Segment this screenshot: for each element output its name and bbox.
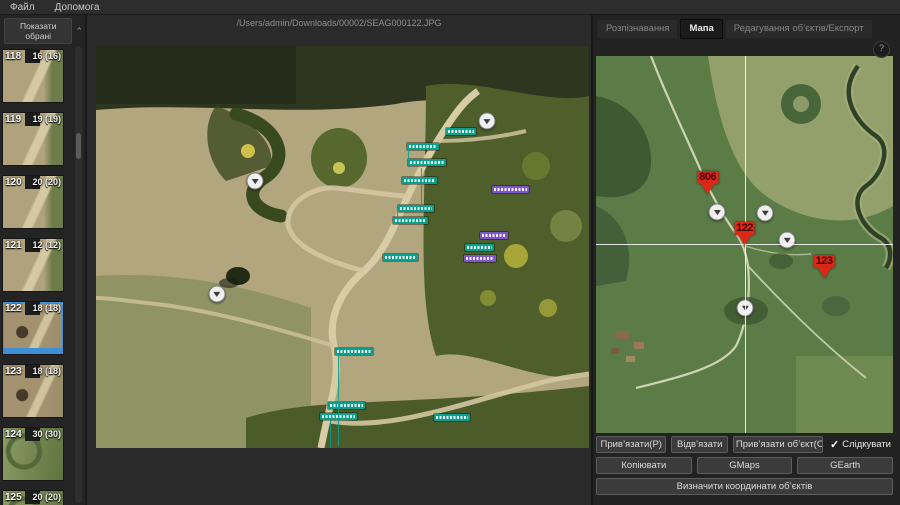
sidebar-scrollbar-thumb[interactable] — [76, 133, 81, 159]
annotation-pointer-line — [338, 355, 339, 446]
help-button[interactable]: ? — [873, 41, 890, 58]
map-pin-tip-icon — [701, 183, 715, 194]
sidebar-scrollbar[interactable] — [75, 47, 82, 503]
thumbnail-count: 12 (12) — [32, 240, 61, 250]
image-viewer-panel: /Users/admin/Downloads/00002/SEAG000122.… — [85, 15, 593, 505]
object-annotation-label[interactable] — [480, 232, 508, 239]
app-window: Файл Допомога Показати обрані ⌃ 118 16 (1… — [0, 0, 900, 505]
map-pin-tip-icon — [737, 234, 751, 245]
camera-position-marker[interactable] — [779, 231, 796, 248]
map-controls: Прив’язати(P) Відв’язати Прив’язати об’є… — [596, 436, 893, 499]
thumbnail-count: 19 (19) — [32, 114, 61, 124]
object-annotation-label[interactable] — [464, 255, 496, 262]
object-annotation-label[interactable] — [434, 414, 470, 421]
checkmark-icon: ✓ — [830, 438, 839, 451]
object-annotation-label[interactable] — [328, 402, 365, 409]
unbind-button[interactable]: Відв’язати — [671, 436, 727, 453]
tab-edit-export[interactable]: Редагування об’єктів/Експорт — [725, 19, 873, 39]
thumbnail-item-124[interactable]: 124 30 (30) — [2, 427, 64, 481]
thumbnail-count: 20 (20) — [32, 492, 61, 502]
object-annotation-label[interactable] — [492, 186, 529, 193]
object-annotation-label[interactable] — [465, 244, 494, 251]
thumbnail-number: 122 — [5, 303, 22, 314]
camera-position-marker[interactable] — [757, 204, 774, 221]
follow-label: Слідкувати — [842, 439, 891, 450]
gearth-button[interactable]: GEarth — [797, 457, 893, 474]
object-annotation-label[interactable] — [407, 143, 439, 150]
camera-position-marker[interactable] — [208, 286, 225, 303]
object-annotation-label[interactable] — [383, 254, 418, 261]
aerial-photo[interactable] — [96, 46, 589, 448]
thumbnail-count: 18 (18) — [32, 303, 61, 313]
object-annotation-label[interactable] — [398, 205, 434, 212]
thumbnail-number: 123 — [5, 366, 22, 377]
object-annotation-label[interactable] — [335, 348, 373, 355]
thumbnail-count: 18 (18) — [32, 366, 61, 376]
thumbnail-sidebar: Показати обрані ⌃ 118 16 (16) 119 19 (19) 12… — [0, 15, 85, 505]
map-pin-122[interactable]: 122 — [734, 222, 755, 245]
object-annotation-label[interactable] — [446, 128, 476, 135]
thumbnail-count: 20 (20) — [32, 177, 61, 187]
bind-object-button[interactable]: Прив’язати об’єкт(O) — [733, 436, 823, 453]
menu-bar: Файл Допомога — [0, 0, 900, 15]
thumbnail-item-120[interactable]: 120 20 (20) — [2, 175, 64, 229]
camera-position-marker[interactable] — [709, 204, 726, 221]
tab-recognition[interactable]: Розпізнавання — [597, 19, 678, 39]
map-pin-tip-icon — [817, 267, 831, 278]
annotation-pointer-line — [397, 210, 398, 222]
thumbnail-item-119[interactable]: 119 19 (19) — [2, 112, 64, 166]
follow-checkbox[interactable]: ✓ Слідкувати — [828, 438, 893, 451]
map-pin-806[interactable]: 806 — [697, 171, 718, 194]
menu-help[interactable]: Допомога — [55, 2, 100, 13]
camera-position-marker[interactable] — [247, 173, 264, 190]
thumbnail-item-118[interactable]: 118 16 (16) — [2, 49, 64, 103]
copy-button[interactable]: Копіювати — [596, 457, 692, 474]
menu-file[interactable]: Файл — [10, 2, 35, 13]
thumbnail-number: 118 — [5, 51, 21, 62]
annotation-pointer-line — [421, 168, 422, 206]
thumbnail-number: 125 — [5, 492, 22, 503]
gmaps-button[interactable]: GMaps — [697, 457, 793, 474]
thumbnail-number: 119 — [5, 114, 21, 125]
satellite-map[interactable]: 806 122 123 — [596, 56, 893, 433]
annotation-pointer-line — [330, 418, 331, 448]
scroll-up-icon[interactable]: ⌃ — [75, 28, 83, 34]
thumbnail-number: 124 — [5, 429, 22, 440]
object-annotation-label[interactable] — [393, 217, 428, 224]
thumbnail-item-121[interactable]: 121 12 (12) — [2, 238, 64, 292]
thumbnail-count: 30 (30) — [32, 429, 61, 439]
object-annotation-label[interactable] — [402, 177, 437, 184]
map-panel: Розпізнавання Мапа Редагування об’єктів/… — [593, 15, 900, 505]
thumbnail-count: 16 (16) — [32, 51, 61, 61]
object-annotation-label[interactable] — [408, 159, 446, 166]
map-panel-tabs: Розпізнавання Мапа Редагування об’єктів/… — [597, 19, 898, 39]
image-path-label: /Users/admin/Downloads/00002/SEAG000122.… — [87, 15, 591, 28]
thumbnail-number: 120 — [5, 177, 22, 188]
thumbnail-item-123[interactable]: 123 18 (18) — [2, 364, 64, 418]
thumbnail-item-125[interactable]: 125 20 (20) — [2, 490, 64, 505]
tab-map[interactable]: Мапа — [680, 19, 722, 39]
bind-button[interactable]: Прив’язати(P) — [596, 436, 666, 453]
thumbnail-number: 121 — [5, 240, 22, 251]
thumbnail-item-122[interactable]: 122 18 (18) — [2, 301, 64, 355]
thumbnail-list: 118 16 (16) 119 19 (19) 120 20 (20) 121 12 (12)… — [0, 46, 85, 505]
map-pin-123[interactable]: 123 — [814, 255, 835, 278]
camera-position-marker[interactable] — [478, 113, 495, 130]
determine-coordinates-button[interactable]: Визначити координати об’єктів — [596, 478, 893, 495]
photo-overlay — [96, 46, 589, 448]
annotation-pointer-line — [408, 150, 409, 158]
show-selected-button[interactable]: Показати обрані — [4, 18, 72, 44]
